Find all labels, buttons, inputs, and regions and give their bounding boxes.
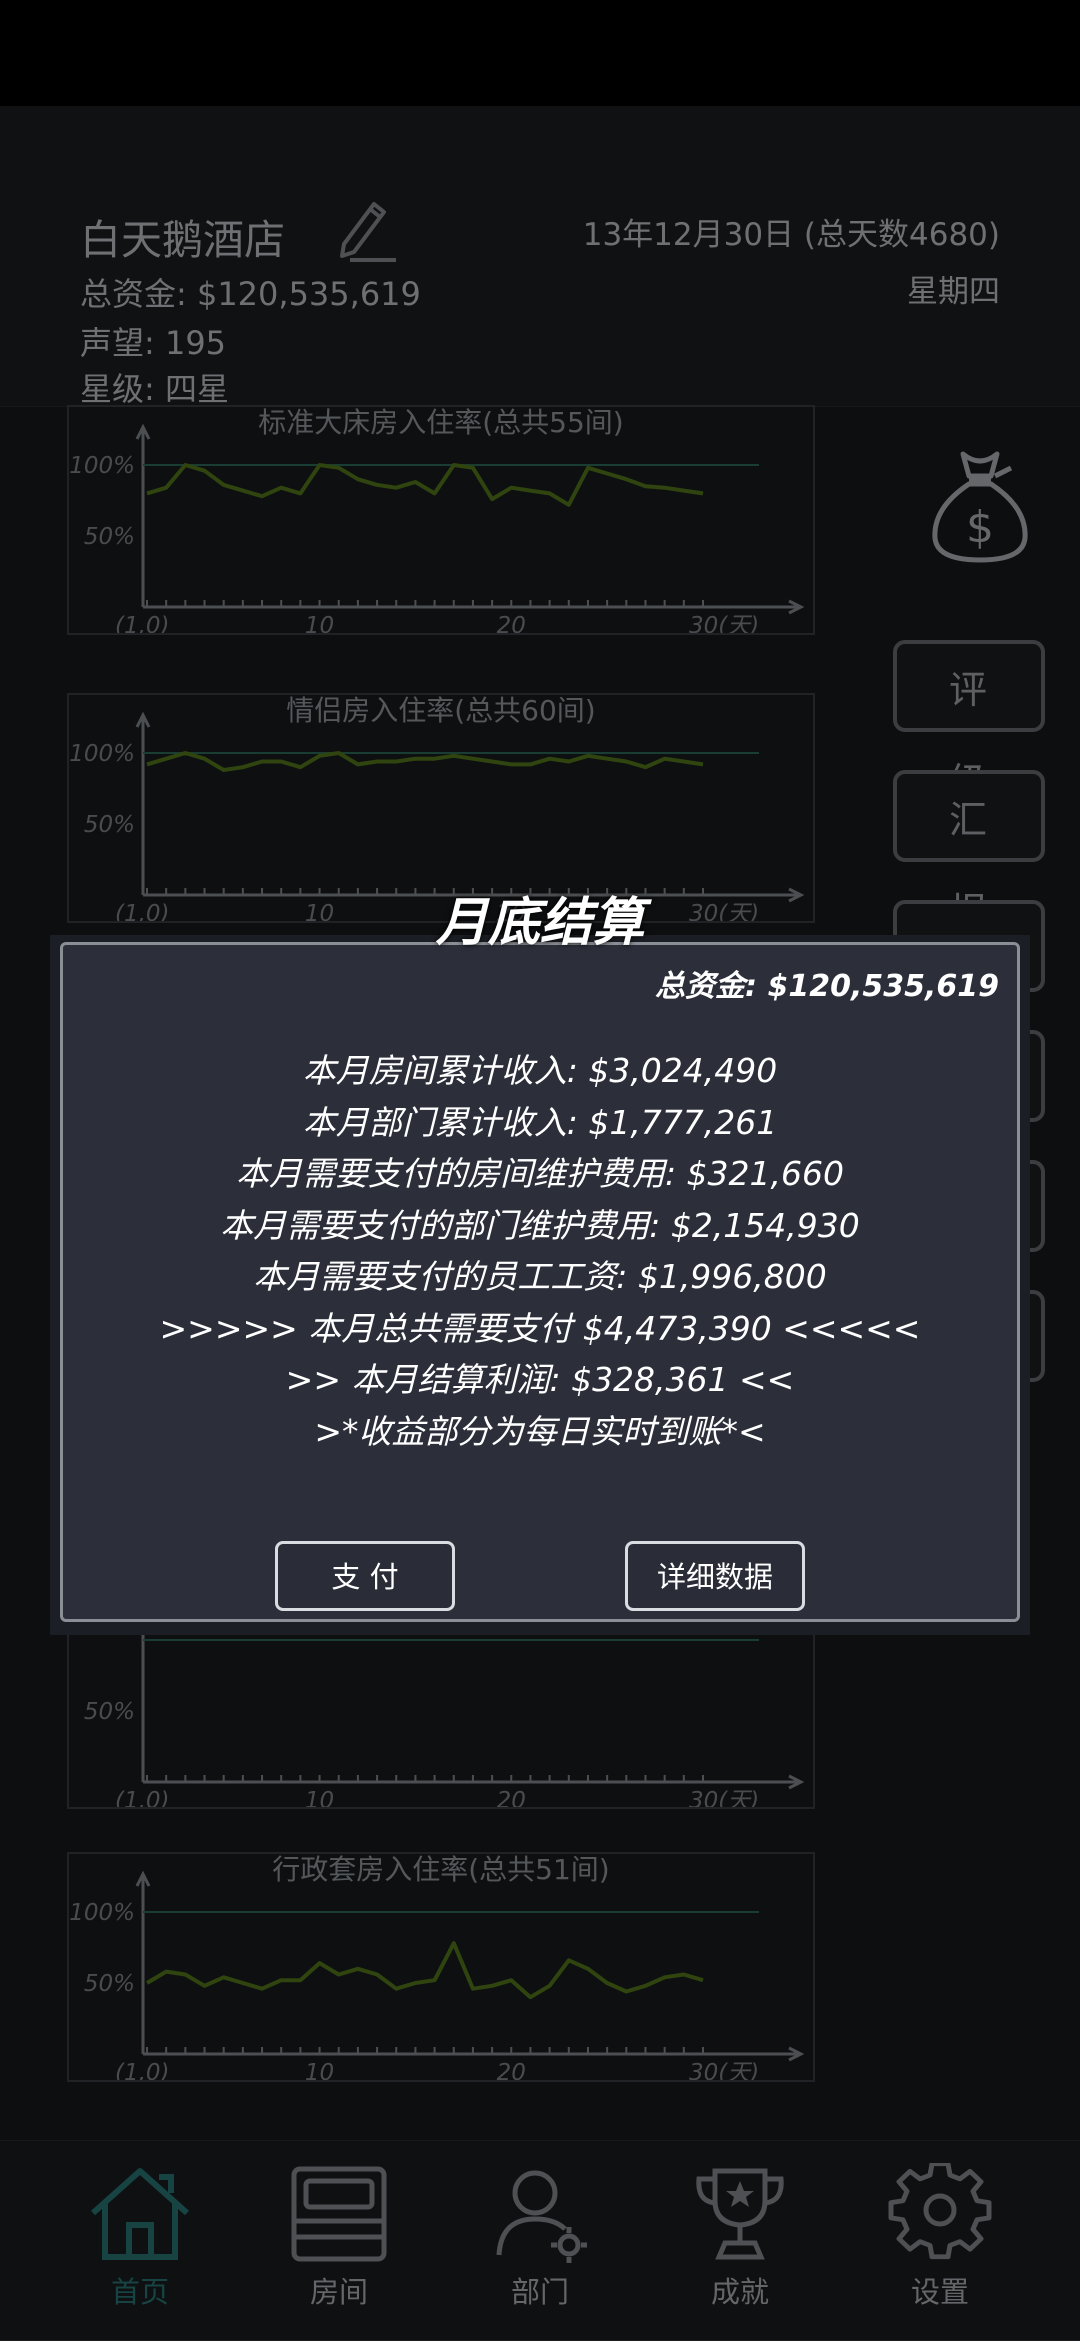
reputation-label: 声望: 195	[80, 324, 227, 362]
status-bar	[0, 0, 1080, 106]
weekday: 星期四	[907, 274, 1000, 310]
edit-icon[interactable]	[330, 194, 400, 264]
occupancy-chart-standard: 标准大床房入住率(总共55间) 100% 50% (1,0) 10 20 30(天)	[67, 405, 815, 635]
details-button[interactable]: 详细数据	[625, 1541, 805, 1611]
settlement-lines: 本月房间累计收入: $3,024,490 本月部门累计收入: $1,777,26…	[63, 1045, 1017, 1457]
y-tick-label-50: 50%	[84, 1699, 135, 1725]
nav-label: 设置	[910, 2275, 969, 2309]
x-tick-label-20: 20	[497, 1788, 526, 1807]
x-tick-label-30: 30(天)	[689, 1788, 759, 1807]
hotel-name: 白天鹅酒店	[80, 216, 285, 264]
x-tick-label-origin: (1,0)	[115, 2060, 170, 2080]
gear-icon	[888, 2163, 992, 2260]
x-tick-label-30: 30(天)	[689, 2060, 759, 2080]
y-tick-label-50: 50%	[84, 524, 135, 550]
staff-salary-line: 本月需要支付的员工工资: $1,996,800	[253, 1257, 827, 1296]
modal-title: 月底结算	[435, 893, 644, 953]
x-tick-label-20: 20	[497, 2060, 526, 2080]
note-line: >*收益部分为每日实时到账*<	[314, 1411, 766, 1451]
pay-button[interactable]: 支 付	[275, 1541, 455, 1611]
nav-departments[interactable]: 部门	[460, 2163, 620, 2333]
y-tick-label-100: 100%	[69, 453, 135, 479]
bed-icon	[291, 2166, 387, 2262]
x-tick-label-20: 20	[497, 613, 526, 633]
staff-icon	[496, 2170, 587, 2263]
bottom-nav: 首页 房间 部门 成就 设置	[0, 2140, 1080, 2341]
y-tick-label-50: 50%	[84, 1971, 135, 1997]
report-button[interactable]: 汇 报	[893, 770, 1045, 934]
nav-label: 首页	[110, 2275, 169, 2309]
svg-text:$: $	[966, 502, 994, 553]
nav-achievements[interactable]: 成就	[660, 2163, 820, 2333]
total-payment-line: >>>>> 本月总共需要支付 $4,473,390 <<<<<	[159, 1308, 921, 1348]
hotel-header: 白天鹅酒店 总资金: $120,535,619 声望: 195 星级: 四星 1…	[0, 106, 1080, 408]
nav-home[interactable]: 首页	[60, 2163, 220, 2333]
rating-button[interactable]: 评 级	[893, 640, 1045, 804]
room-income-line: 本月房间累计收入: $3,024,490	[302, 1051, 778, 1090]
x-tick-label-origin: (1,0)	[115, 1788, 170, 1807]
y-tick-label-100: 100%	[69, 1900, 135, 1926]
x-tick-label-10: 10	[305, 613, 334, 633]
home-icon	[91, 2168, 189, 2260]
nav-label: 部门	[510, 2275, 569, 2309]
x-tick-label-10: 10	[305, 1788, 334, 1807]
occupancy-chart-executive: 行政套房入住率(总共51间) 100% 50% (1,0) 10 20 30(天)	[67, 1852, 815, 2082]
occupancy-series-line	[146, 463, 704, 507]
money-bag-icon[interactable]: $	[925, 446, 1035, 566]
nav-label: 成就	[710, 2275, 769, 2309]
month-end-settlement-dialog: 总资金: $120,535,619 本月房间累计收入: $3,024,490 本…	[60, 942, 1020, 1622]
room-maintenance-line: 本月需要支付的房间维护费用: $321,660	[235, 1154, 845, 1193]
x-tick-label-10: 10	[305, 2060, 334, 2080]
department-income-line: 本月部门累计收入: $1,777,261	[302, 1102, 778, 1142]
occupancy-series-line	[146, 751, 704, 772]
nav-rooms[interactable]: 房间	[259, 2163, 419, 2333]
funds-label: 总资金: $120,535,619	[80, 275, 421, 313]
modal-total-funds: 总资金: $120,535,619	[655, 969, 999, 1004]
y-tick-label-50: 50%	[84, 812, 135, 838]
profit-line: >> 本月结算利润: $328,361 <<	[285, 1360, 795, 1399]
department-maintenance-line: 本月需要支付的部门维护费用: $2,154,930	[220, 1205, 860, 1245]
chart-plot: 100% 50% (1,0) 10 20 30(天)	[69, 1870, 805, 2080]
nav-label: 房间	[309, 2275, 368, 2309]
y-tick-label-100: 100%	[69, 741, 135, 767]
chart-plot: 100% 50% (1,0) 10 20 30(天)	[69, 423, 805, 633]
nav-settings[interactable]: 设置	[860, 2163, 1020, 2333]
x-tick-label-origin: (1,0)	[115, 613, 170, 633]
occupancy-series-line	[145, 1941, 704, 2000]
trophy-icon	[696, 2168, 784, 2260]
game-date: 13年12月30日 (总天数4680)	[582, 217, 1000, 253]
x-tick-label-30: 30(天)	[689, 613, 759, 633]
